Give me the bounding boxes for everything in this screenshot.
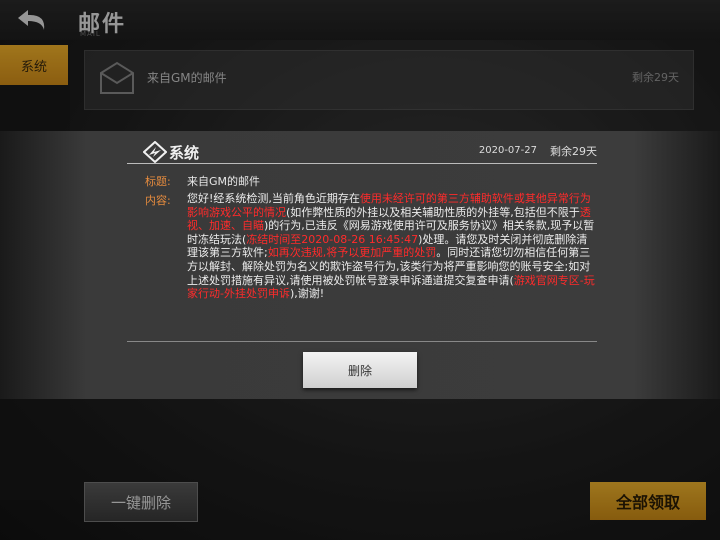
body-highlight: 如再次违规,将予以更加严重的处罚	[267, 246, 437, 260]
body-text: 您好!经系统检测,当前角色近期存在	[187, 192, 360, 205]
delete-button[interactable]: 删除	[303, 352, 417, 388]
body-text: ),谢谢!	[289, 287, 325, 301]
mail-body: 您好!经系统检测,当前角色近期存在使用未经许可的第三方辅助软件或其他异常行为影响…	[187, 192, 597, 301]
system-logo-icon	[143, 141, 167, 163]
divider	[127, 163, 597, 164]
subject-label: 标题:	[145, 175, 171, 188]
dialog-category: 系统	[169, 144, 200, 162]
body-highlight: 冻结时间至2020-08-26 16:45:47	[246, 232, 419, 246]
content-label: 内容:	[145, 194, 171, 207]
body-text: (如作弊性质的外挂以及相关辅助性质的外挂等,包括但不限于	[286, 205, 580, 219]
divider	[127, 341, 597, 342]
mail-remaining-days: 剩余29天	[550, 145, 597, 158]
mail-subject: 来自GM的邮件	[187, 175, 261, 188]
mail-date: 2020-07-27	[478, 145, 537, 156]
